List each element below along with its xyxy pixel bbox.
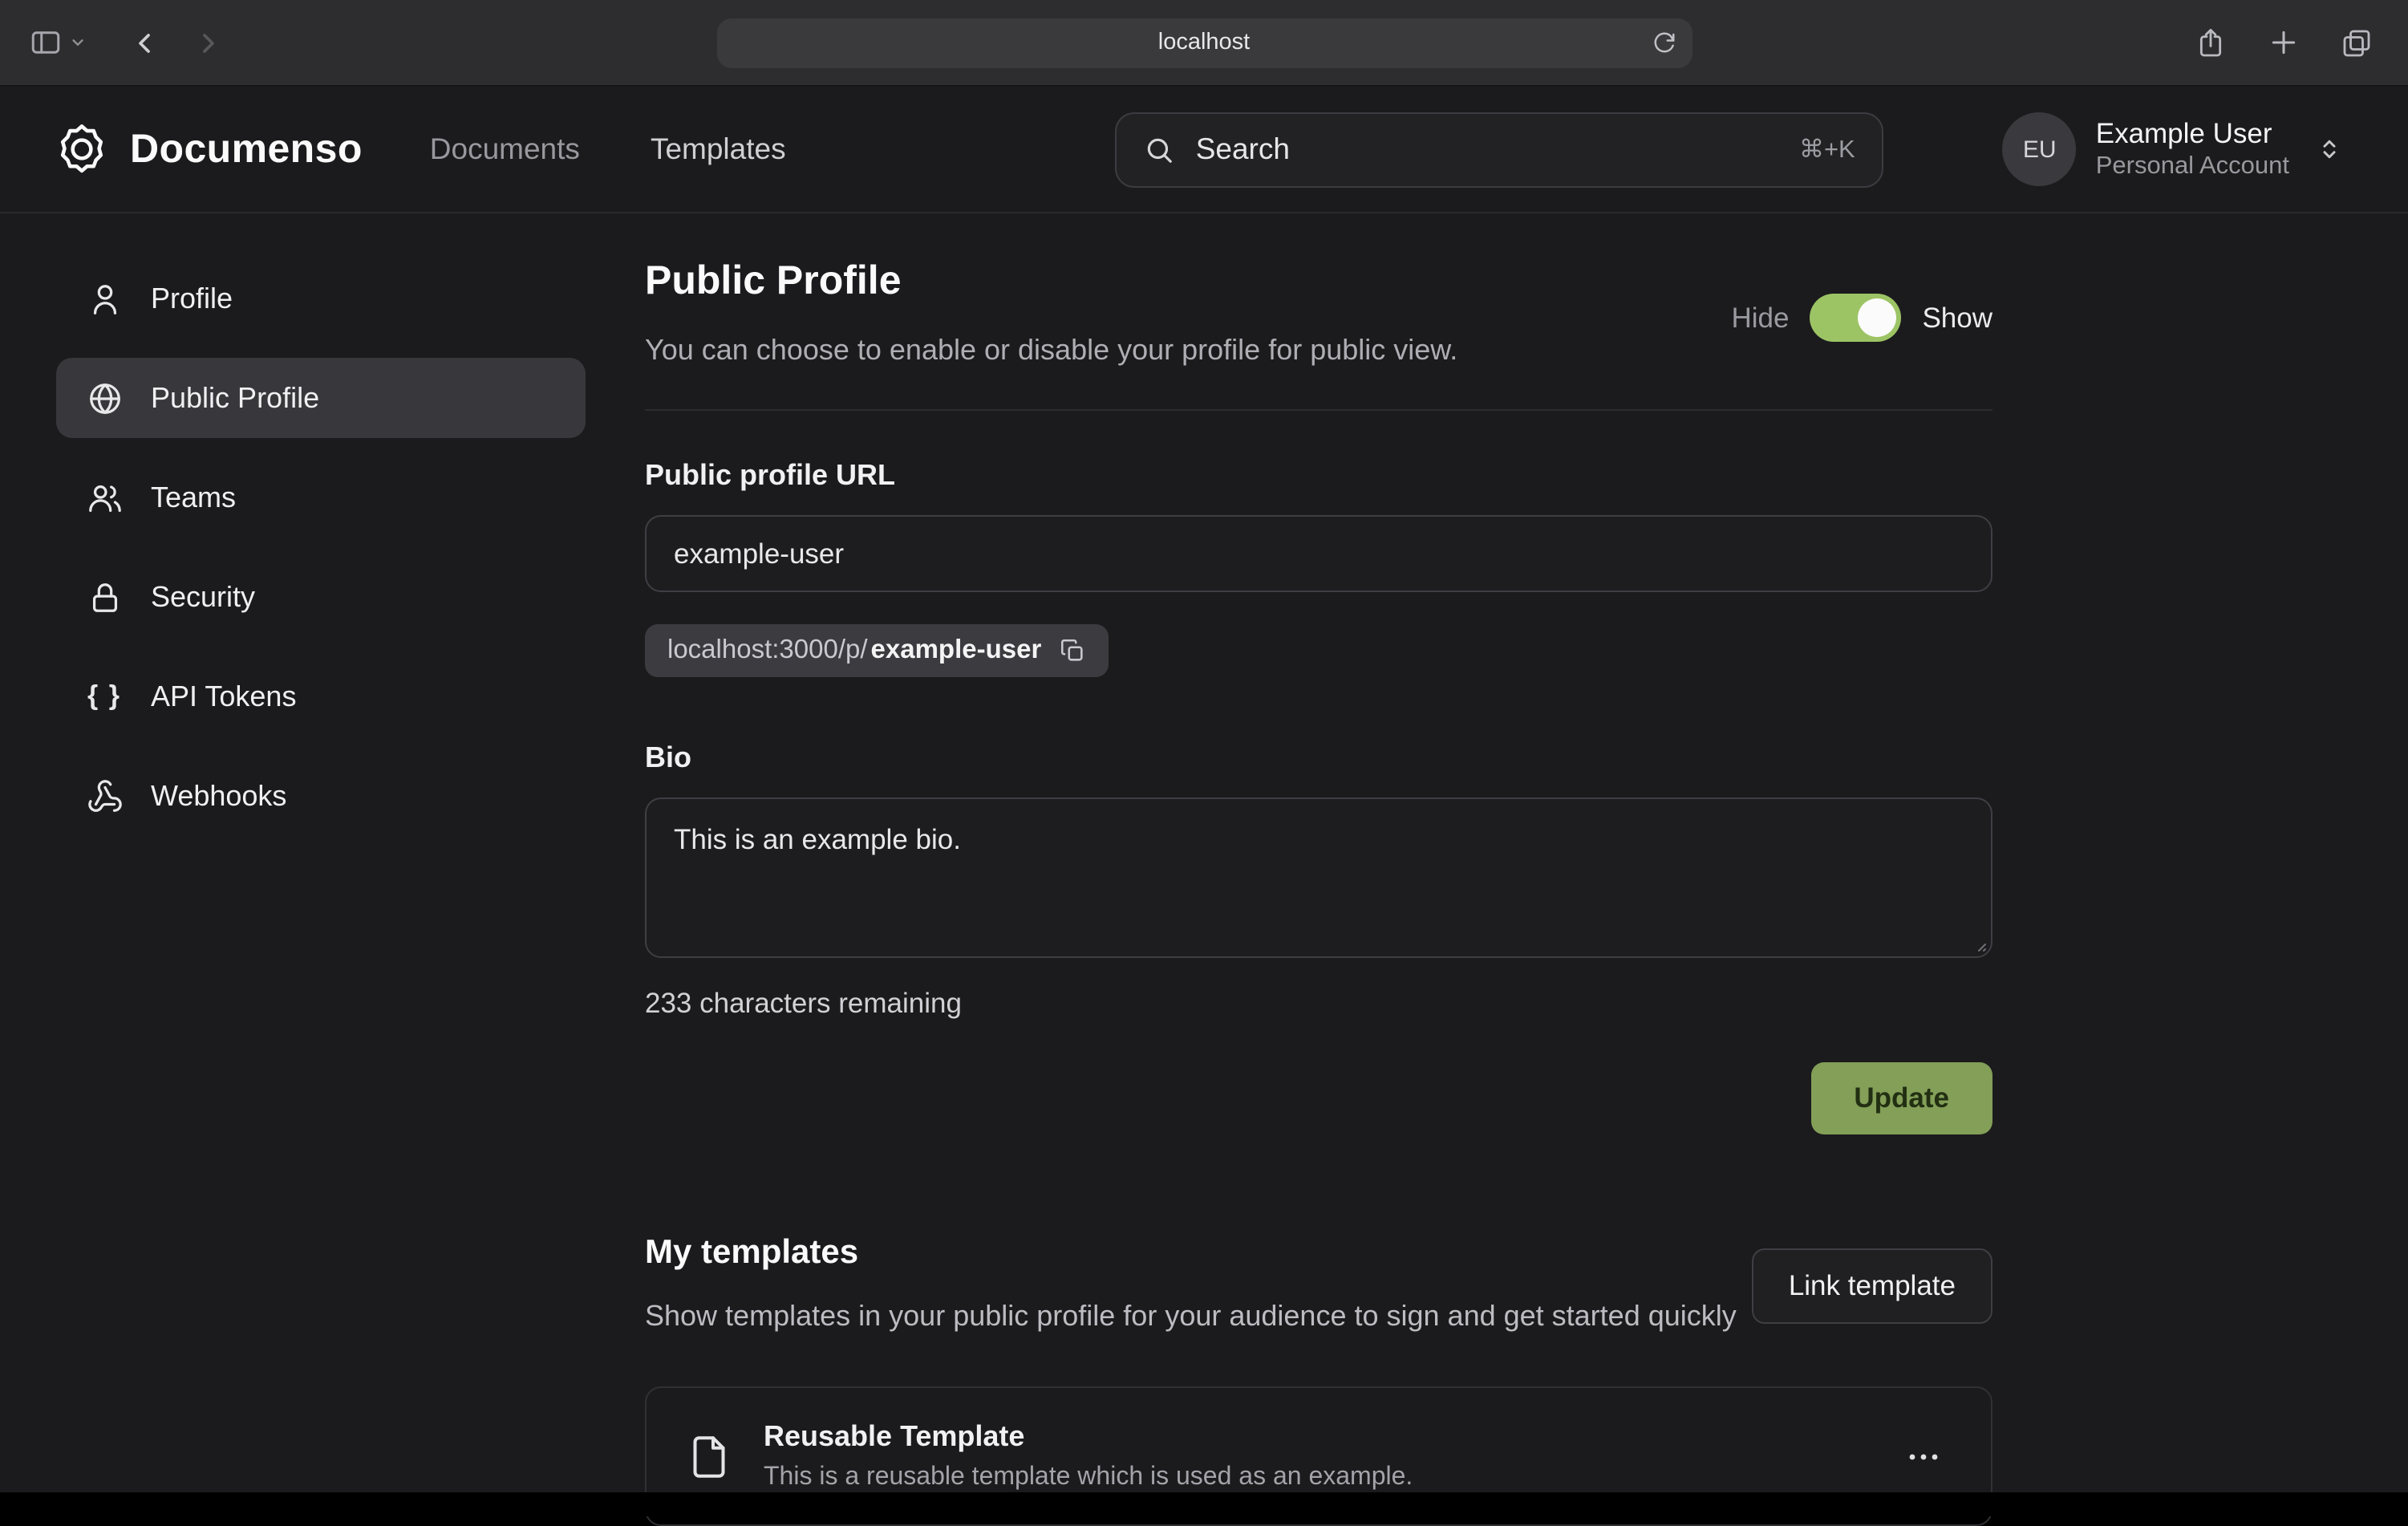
account-menu[interactable]: EU Example User Personal Account (2003, 112, 2344, 186)
templates-head: My templates Show templates in your publ… (645, 1234, 1992, 1338)
profile-url-input[interactable] (645, 515, 1992, 592)
new-tab-icon[interactable] (2268, 27, 2299, 58)
copy-profile-url-button[interactable]: localhost:3000/p/ example-user (645, 624, 1109, 677)
bio-label: Bio (645, 741, 1992, 775)
copy-icon (1059, 637, 1086, 664)
share-icon[interactable] (2195, 26, 2227, 59)
profile-url-prefix: localhost:3000/p/ (667, 635, 868, 666)
main-nav: Documents Templates (430, 132, 786, 167)
show-label: Show (1922, 301, 1992, 335)
templates-description: Show templates in your public profile fo… (645, 1295, 1737, 1338)
settings-sidebar: Profile Public Profile Teams Security (56, 258, 586, 1526)
webhook-icon (85, 777, 124, 814)
search-placeholder: Search (1196, 132, 1290, 167)
lock-icon (85, 578, 124, 615)
sidebar-item-api-tokens[interactable]: { } API Tokens (56, 656, 586, 737)
link-template-button[interactable]: Link template (1752, 1248, 1992, 1324)
globe-icon (85, 379, 124, 416)
settings-page: Profile Public Profile Teams Security (0, 213, 2408, 1526)
sidebar-item-profile[interactable]: Profile (56, 258, 586, 339)
browser-window-controls (2195, 26, 2408, 59)
visibility-toggle[interactable] (1810, 294, 1901, 342)
app-header: Documenso Documents Templates Search ⌘+K… (0, 87, 2408, 213)
page-title: Public Profile (645, 258, 1457, 305)
screen: localhost Documenso Documents (0, 0, 2408, 1516)
profile-url-label: Public profile URL (645, 459, 1992, 493)
templates-title: My templates (645, 1234, 1737, 1272)
brand-name: Documenso (130, 126, 363, 172)
bio-field-wrap: This is an example bio. (645, 797, 1992, 958)
divider (645, 409, 1992, 411)
users-icon (85, 479, 124, 516)
forward-icon[interactable] (193, 26, 225, 59)
sidebar-item-teams[interactable]: Teams (56, 457, 586, 538)
search-shortcut: ⌘+K (1799, 134, 1855, 164)
profile-visibility-control: Hide Show (1731, 294, 1992, 342)
brand[interactable]: Documenso (55, 122, 363, 177)
resize-handle-icon[interactable] (1968, 934, 1988, 953)
braces-icon: { } (85, 680, 124, 712)
more-options-icon[interactable] (1895, 1427, 1952, 1485)
browser-nav-controls (0, 26, 225, 59)
hide-label: Hide (1731, 301, 1789, 335)
account-type: Personal Account (2096, 152, 2289, 184)
tab-overview-icon[interactable] (2341, 26, 2373, 59)
toolbar-chevron-down-icon[interactable] (69, 34, 87, 51)
window-bottom-edge (0, 1492, 2408, 1516)
documenso-logo-icon (55, 122, 109, 177)
update-row: Update (645, 1062, 1992, 1134)
sidebar-toggle-icon[interactable] (29, 26, 63, 59)
characters-remaining: 233 characters remaining (645, 987, 1992, 1021)
page-subtitle: You can choose to enable or disable your… (645, 334, 1457, 367)
avatar: EU (2003, 112, 2077, 186)
reload-icon[interactable] (1652, 30, 1676, 55)
search-icon (1145, 134, 1175, 164)
page-head: Public Profile You can choose to enable … (645, 258, 1992, 367)
browser-toolbar: localhost (0, 0, 2408, 87)
chevrons-up-down-icon (2315, 135, 2344, 164)
sidebar-item-security[interactable]: Security (56, 557, 586, 637)
update-button[interactable]: Update (1810, 1062, 1992, 1134)
back-icon[interactable] (128, 26, 160, 59)
sidebar-item-public-profile[interactable]: Public Profile (56, 358, 586, 438)
nav-templates[interactable]: Templates (651, 132, 786, 167)
profile-url-slug: example-user (871, 635, 1042, 666)
file-icon (685, 1432, 733, 1480)
template-name: Reusable Template (764, 1420, 1413, 1454)
public-profile-content: Public Profile You can choose to enable … (645, 258, 1992, 1526)
my-templates-section: My templates Show templates in your publ… (645, 1234, 1992, 1526)
nav-documents[interactable]: Documents (430, 132, 580, 167)
toggle-knob (1858, 298, 1896, 337)
user-icon (85, 280, 124, 317)
address-bar[interactable]: localhost (716, 18, 1692, 67)
bio-textarea[interactable]: This is an example bio. (645, 797, 1992, 958)
url-text: localhost (1158, 30, 1250, 55)
user-name: Example User (2096, 115, 2289, 152)
template-description: This is a reusable template which is use… (764, 1463, 1413, 1492)
search-button[interactable]: Search ⌘+K (1116, 112, 1884, 187)
sidebar-item-webhooks[interactable]: Webhooks (56, 756, 586, 836)
